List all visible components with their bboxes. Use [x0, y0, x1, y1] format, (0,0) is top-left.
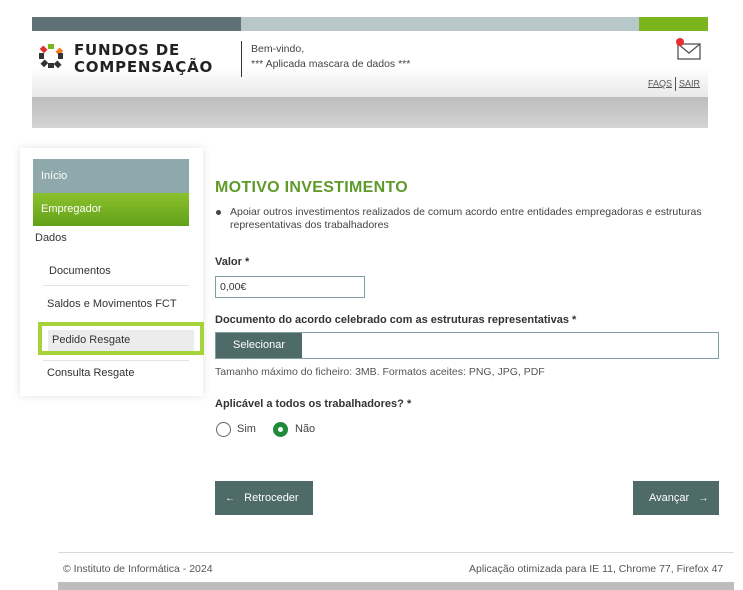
sidebar-item-pedido[interactable]: Pedido Resgate	[48, 330, 194, 351]
radio-nao-label[interactable]: Não	[295, 422, 315, 437]
sidebar-item-dados[interactable]: Dados	[35, 232, 67, 244]
sidebar-item-inicio[interactable]: Início	[33, 159, 189, 193]
mail-icon[interactable]	[674, 35, 702, 61]
next-button[interactable]: Avançar →	[633, 481, 719, 515]
sidebar-item-empregador[interactable]: Empregador	[33, 193, 189, 226]
select-file-button[interactable]: Selecionar	[216, 333, 302, 358]
document-label: Documento do acordo celebrado com as est…	[215, 314, 577, 326]
header: FUNDOS DE COMPENSAÇÃO Bem-vindo, *** Apl…	[32, 31, 708, 97]
valor-label: Valor *	[215, 256, 250, 268]
motive-description: Apoiar outros investimentos realizados d…	[215, 206, 705, 232]
welcome-user: *** Aplicada mascara de dados ***	[251, 58, 411, 70]
radio-sim-label[interactable]: Sim	[237, 422, 256, 437]
file-upload-field[interactable]: Selecionar	[215, 332, 719, 359]
link-separator	[675, 77, 677, 91]
sidebar-item-saldos[interactable]: Saldos e Movimentos FCT	[47, 298, 177, 310]
top-bar-light	[241, 17, 639, 31]
logo-line2: COMPENSAÇÃO	[74, 58, 214, 76]
aplicavel-label: Aplicável a todos os trabalhadores? *	[215, 398, 412, 410]
sidebar: Início Empregador Dados Documentos Saldo…	[20, 148, 204, 396]
header-links: FAQS SAIR	[648, 77, 700, 91]
radio-sim[interactable]	[216, 422, 231, 437]
sair-link[interactable]: SAIR	[679, 78, 700, 88]
valor-input[interactable]	[215, 276, 365, 298]
sidebar-divider	[43, 360, 189, 361]
footer-bar	[58, 582, 734, 590]
footer-divider	[58, 552, 734, 553]
back-button-label: Retroceder	[244, 492, 299, 504]
faqs-link[interactable]: FAQS	[648, 78, 672, 88]
welcome-title: Bem-vindo,	[251, 43, 305, 55]
page-title: MOTIVO INVESTIMENTO	[215, 179, 408, 196]
next-button-label: Avançar	[649, 492, 690, 504]
footer-browser-note: Aplicação otimizada para IE 11, Chrome 7…	[469, 563, 724, 575]
logo-icon	[39, 44, 64, 69]
top-bar-dark	[32, 17, 241, 31]
top-bar-green	[639, 17, 708, 31]
arrow-right-icon: →	[698, 493, 709, 504]
sidebar-divider	[43, 285, 189, 286]
back-button[interactable]: ← Retroceder	[215, 481, 313, 515]
file-hint: Tamanho máximo do ficheiro: 3MB. Formato…	[215, 366, 545, 378]
radio-nao[interactable]	[273, 422, 288, 437]
header-divider	[241, 41, 242, 77]
sidebar-item-consulta[interactable]: Consulta Resgate	[47, 367, 134, 379]
sidebar-item-documentos[interactable]: Documentos	[49, 265, 111, 277]
welcome-block: Bem-vindo, *** Aplicada mascara de dados…	[251, 42, 410, 72]
header-band	[32, 97, 708, 128]
sidebar-item-pedido-highlight: Pedido Resgate	[38, 322, 204, 355]
logo-line1: FUNDOS DE	[74, 41, 181, 59]
arrow-left-icon: ←	[225, 493, 235, 504]
footer-copyright: © Instituto de Informática - 2024	[63, 563, 213, 575]
logo-text: FUNDOS DE COMPENSAÇÃO	[74, 42, 213, 76]
